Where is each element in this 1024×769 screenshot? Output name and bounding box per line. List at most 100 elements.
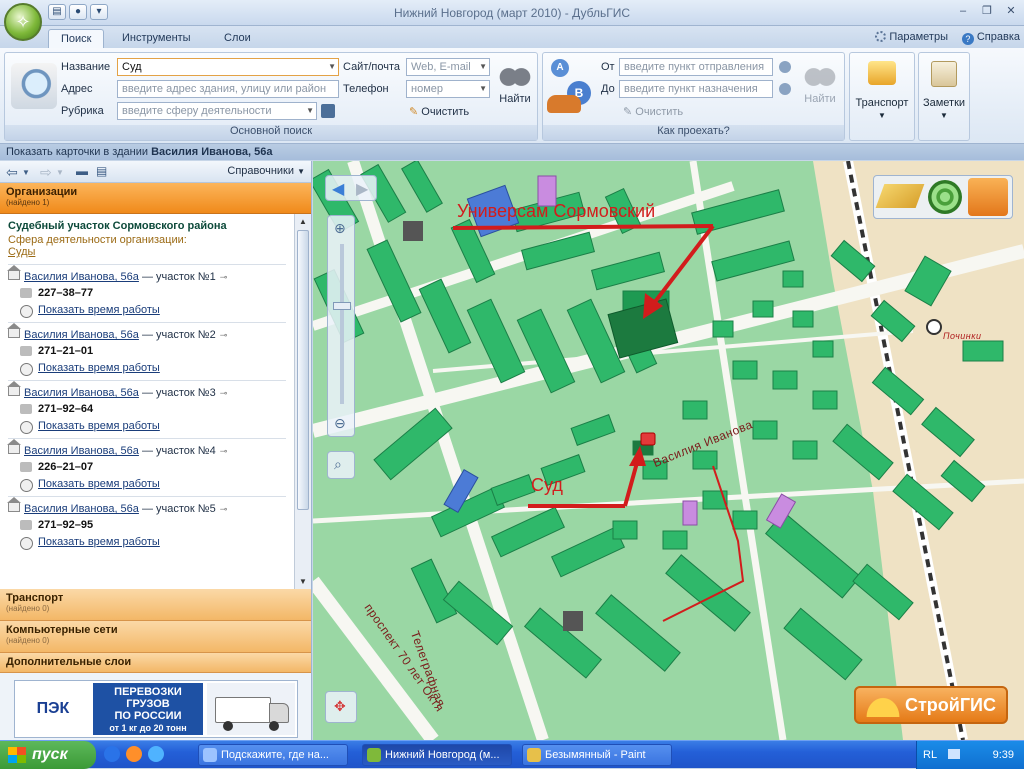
to-input[interactable]: введите пункт назначения [619,80,773,98]
clear-route-button[interactable]: ✎ Очистить [623,105,683,118]
strip-prefix: Показать карточки в здании [6,146,149,158]
scroll-thumb[interactable] [297,230,309,510]
rubricator-icon[interactable] [321,104,335,118]
pick-to-icon[interactable] [779,83,791,95]
3d-view-icon[interactable] [968,178,1008,216]
list-item: Василия Иванова, 56а — участок №3 ⊸ 271–9… [7,380,286,434]
site-input[interactable]: Web, E-mail ▼ [406,58,490,76]
notes-button[interactable]: Заметки ▼ [918,52,970,141]
radar-icon[interactable] [928,180,962,214]
map-forward-icon[interactable]: ▶ [356,179,368,199]
minimize-icon[interactable]: – [954,3,972,19]
collapse-icon[interactable]: ▬ [76,164,88,178]
search-magnifier-icon [11,63,57,109]
app-menu-orb[interactable]: ✧ [4,3,42,41]
route-find-button[interactable]: Найти [799,59,841,105]
zoom-tool-button[interactable]: ⌕ [327,451,355,479]
chevron-down-icon[interactable]: ▼ [479,81,487,96]
chevron-down-icon[interactable]: ▼ [479,59,487,74]
org-name[interactable]: Судебный участок Сормовского района [8,220,286,232]
language-indicator[interactable]: RL [923,749,937,761]
map-view[interactable]: Универсам Сормовский Суд Василия Иванова… [313,161,1024,740]
org-list: Судебный участок Сормовского района Сфер… [0,214,294,589]
clock[interactable]: 9:39 [993,741,1014,769]
from-input[interactable]: введите пункт отправления [619,58,773,76]
broom-icon: ✎ [409,106,419,118]
tab-search[interactable]: Поиск [48,29,105,48]
building-cards-strip[interactable]: Показать карточки в здании Василия Ивано… [0,144,1024,160]
pin-icon[interactable]: ⊸ [220,388,228,398]
zoom-thumb[interactable] [333,302,351,310]
pick-from-icon[interactable] [779,61,791,73]
hours-link[interactable]: Показать время работы [38,362,286,374]
scroll-up-icon[interactable]: ▲ [299,217,307,226]
name-input[interactable]: Суд ▼ [117,58,339,76]
stroigis-button[interactable]: СтройГИС [854,686,1008,724]
chevron-down-icon[interactable]: ▼ [56,168,64,177]
networks-section-header[interactable]: Компьютерные сети (найдено 0) [0,621,311,653]
from-label: От [601,61,615,73]
restore-icon[interactable]: ❐ [978,3,996,19]
task-browser[interactable]: Подскажите, где на... [198,744,348,766]
network-icon[interactable] [947,749,960,759]
forward-icon[interactable]: ⇨ [40,164,52,181]
address-link[interactable]: Василия Иванова, 56а [24,271,139,283]
print-list-icon[interactable]: ▤ [96,164,107,178]
rubric-input[interactable]: введите сферу деятельности ▼ [117,102,317,120]
pin-icon[interactable]: ⊸ [220,330,228,340]
directories-dropdown[interactable]: Справочники ▼ [227,165,305,177]
address-link[interactable]: Василия Иванова, 56а [24,387,139,399]
transport-section-header[interactable]: Транспорт (найдено 0) [0,589,311,621]
pin-icon[interactable]: ⊸ [220,504,228,514]
site-label: Сайт/почта [343,61,401,73]
firefox-icon[interactable] [126,746,142,762]
back-icon[interactable]: ⇦ [6,164,18,181]
hours-link[interactable]: Показать время работы [38,478,286,490]
chevron-down-icon[interactable]: ▼ [22,168,30,177]
arrow-line-court [623,458,640,507]
ie-icon-2[interactable] [148,746,164,762]
ie-icon[interactable] [104,746,120,762]
annotation-court: Суд [531,475,563,495]
scroll-down-icon[interactable]: ▼ [299,577,307,586]
navigator-button[interactable]: ✥ [325,691,357,723]
help-button[interactable]: ? Справка [961,31,1020,45]
zoom-slider[interactable]: ⊕ ⊖ [327,215,355,437]
org-list-scrollbar[interactable]: ▲ ▼ [294,214,311,589]
address-input[interactable]: введите адрес здания, улицу или район [117,80,339,98]
address-link[interactable]: Василия Иванова, 56а [24,445,139,457]
map-back-icon[interactable]: ◀ [332,179,344,199]
phone-input[interactable]: номер ▼ [406,80,490,98]
hours-link[interactable]: Показать время работы [38,420,286,432]
org-sphere-link[interactable]: Суды [8,246,286,258]
task-dublgis[interactable]: Нижний Новгород (м... [362,744,512,766]
window-title: Нижний Новгород (март 2010) - ДубльГИС [393,6,631,20]
zoom-in-icon[interactable]: ⊕ [334,220,346,237]
chevron-down-icon[interactable]: ▼ [328,59,336,74]
chevron-down-icon[interactable]: ▼ [306,103,314,118]
zoom-out-icon[interactable]: ⊖ [334,415,346,432]
transport-label: Транспорт [855,97,909,109]
pin-icon[interactable]: ⊸ [220,272,228,282]
tab-tools[interactable]: Инструменты [110,29,203,48]
extra-layers-section-header[interactable]: Дополнительные слои [0,653,311,673]
supermarket-building [607,298,679,359]
find-button[interactable]: Найти [495,59,535,105]
site-placeholder: Web, E-mail [411,61,471,73]
hours-link[interactable]: Показать время работы [38,304,286,316]
ruler-icon[interactable] [875,184,925,208]
clear-search-button[interactable]: ✎ Очистить [409,105,469,118]
orgs-section-header[interactable]: Организации (найдено 1) [0,183,311,214]
start-button[interactable]: пуск [0,741,96,769]
hours-link[interactable]: Показать время работы [38,536,286,548]
gray-structure [403,221,423,241]
params-button[interactable]: Параметры [875,31,948,43]
tab-layers[interactable]: Слои [212,29,263,48]
transport-button[interactable]: Транспорт ▼ [849,52,915,141]
address-link[interactable]: Василия Иванова, 56а [24,503,139,515]
close-icon[interactable]: ✕ [1002,3,1020,19]
task-paint[interactable]: Безымянный - Paint [522,744,672,766]
ad-banner[interactable]: ПЭК ПЕРЕВОЗКИ ГРУЗОВ ПО РОССИИ от 1 кг д… [14,680,298,738]
address-link[interactable]: Василия Иванова, 56а [24,329,139,341]
pin-icon[interactable]: ⊸ [220,446,228,456]
